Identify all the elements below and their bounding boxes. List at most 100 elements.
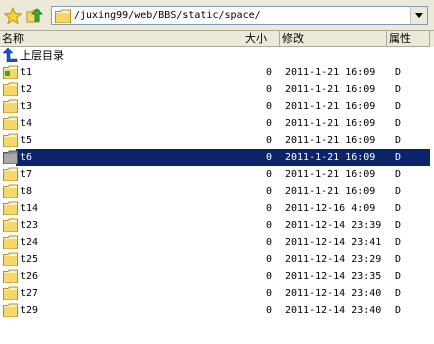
file-row[interactable]: t29 0 2011-12-14 23:40 D: [0, 302, 432, 319]
file-modified: 2011-12-14 23:40: [285, 305, 382, 316]
folder-icon: [3, 252, 18, 266]
folder-icon: [3, 235, 18, 249]
file-modified: 2011-12-14 23:35: [285, 271, 382, 282]
column-attributes-label: 属性: [389, 32, 411, 45]
file-size: 0: [265, 101, 272, 112]
folder-icon: [3, 150, 18, 164]
file-row[interactable]: t3 0 2011-1-21 16:09 D: [0, 98, 432, 115]
file-modified: 2011-1-21 16:09: [285, 135, 376, 146]
file-name: t8: [20, 186, 33, 197]
file-size: 0: [265, 254, 272, 265]
file-name: t24: [20, 237, 39, 248]
file-name: t1: [20, 67, 33, 78]
file-size: 0: [265, 118, 272, 129]
file-attributes: D: [395, 237, 402, 248]
folder-icon: [3, 133, 18, 147]
file-attributes: D: [395, 67, 402, 78]
parent-directory-row[interactable]: 上层目录: [0, 47, 432, 64]
file-size: 0: [265, 152, 272, 163]
file-size: 0: [265, 84, 272, 95]
column-size-label: 大小: [245, 32, 267, 45]
up-folder-icon[interactable]: [26, 7, 44, 25]
folder-icon: [3, 184, 18, 198]
file-modified: 2011-1-21 16:09: [285, 169, 376, 180]
file-size: 0: [265, 271, 272, 282]
file-row[interactable]: t26 0 2011-12-14 23:35 D: [0, 268, 432, 285]
file-attributes: D: [395, 118, 402, 129]
file-size: 0: [265, 67, 272, 78]
file-row[interactable]: t7 0 2011-1-21 16:09 D: [0, 166, 432, 183]
column-modified[interactable]: 修改: [280, 31, 387, 47]
column-name[interactable]: 名称: [0, 31, 280, 47]
file-modified: 2011-12-14 23:39: [285, 220, 382, 231]
file-modified: 2011-1-21 16:09: [285, 118, 376, 129]
file-attributes: D: [395, 169, 402, 180]
file-modified: 2011-1-21 16:09: [285, 84, 376, 95]
parent-directory-label: 上层目录: [20, 49, 64, 62]
folder-special-icon: [3, 65, 18, 79]
file-modified: 2011-12-14 23:41: [285, 237, 382, 248]
file-row[interactable]: t4 0 2011-1-21 16:09 D: [0, 115, 432, 132]
file-size: 0: [265, 135, 272, 146]
file-row[interactable]: t14 0 2011-12-16 4:09 D: [0, 200, 432, 217]
file-row[interactable]: t8 0 2011-1-21 16:09 D: [0, 183, 432, 200]
column-header: 名称 大小 修改 属性: [0, 31, 434, 47]
folder-icon: [3, 116, 18, 130]
star-icon[interactable]: [4, 7, 22, 25]
file-attributes: D: [395, 254, 402, 265]
file-name: t3: [20, 101, 33, 112]
file-modified: 2011-12-16 4:09: [285, 203, 376, 214]
file-row[interactable]: t1 0 2011-1-21 16:09 D: [0, 64, 432, 81]
column-name-label: 名称: [2, 32, 24, 45]
file-row[interactable]: t27 0 2011-12-14 23:40 D: [0, 285, 432, 302]
folder-icon: [3, 218, 18, 232]
file-attributes: D: [395, 84, 402, 95]
file-modified: 2011-1-21 16:09: [285, 101, 376, 112]
path-text: /juxing99/web/BBS/static/space/: [74, 10, 261, 21]
file-name: t6: [20, 152, 33, 163]
folder-icon: [3, 286, 18, 300]
path-field[interactable]: /juxing99/web/BBS/static/space/: [51, 6, 428, 25]
file-modified: 2011-1-21 16:09: [285, 152, 376, 163]
file-size: 0: [265, 186, 272, 197]
file-attributes: D: [395, 220, 402, 231]
file-name: t25: [20, 254, 39, 265]
file-modified: 2011-1-21 16:09: [285, 186, 376, 197]
file-name: t27: [20, 288, 39, 299]
column-size[interactable]: 大小: [243, 31, 280, 47]
folder-icon: [3, 303, 18, 317]
file-modified: 2011-12-14 23:29: [285, 254, 382, 265]
file-name: t26: [20, 271, 39, 282]
folder-icon: [3, 99, 18, 113]
file-name: t29: [20, 305, 39, 316]
file-attributes: D: [395, 186, 402, 197]
file-size: 0: [265, 169, 272, 180]
file-attributes: D: [395, 101, 402, 112]
folder-icon: [3, 201, 18, 215]
path-dropdown-button[interactable]: [410, 7, 427, 24]
folder-icon: [3, 167, 18, 181]
file-browser: /juxing99/web/BBS/static/space/ 名称 大小 修改…: [0, 0, 434, 344]
chevron-down-icon: [415, 13, 423, 18]
file-name: t2: [20, 84, 33, 95]
file-name: t23: [20, 220, 39, 231]
file-row[interactable]: t25 0 2011-12-14 23:29 D: [0, 251, 432, 268]
file-attributes: D: [395, 135, 402, 146]
file-row[interactable]: t5 0 2011-1-21 16:09 D: [0, 132, 432, 149]
column-attributes[interactable]: 属性: [387, 31, 430, 47]
folder-icon: [3, 82, 18, 96]
file-list[interactable]: 名称 大小 修改 属性 上层目录 t1 0 2011-1-21 16:09 Dt2 0 2…: [0, 30, 434, 344]
file-modified: 2011-1-21 16:09: [285, 67, 376, 78]
file-row[interactable]: t2 0 2011-1-21 16:09 D: [0, 81, 432, 98]
file-size: 0: [265, 203, 272, 214]
folder-icon: [55, 9, 71, 23]
file-attributes: D: [395, 305, 402, 316]
file-row[interactable]: t6 0 2011-1-21 16:09 D: [0, 149, 432, 166]
folder-icon: [3, 269, 18, 283]
file-size: 0: [265, 220, 272, 231]
file-size: 0: [265, 237, 272, 248]
file-size: 0: [265, 305, 272, 316]
file-row[interactable]: t24 0 2011-12-14 23:41 D: [0, 234, 432, 251]
file-row[interactable]: t23 0 2011-12-14 23:39 D: [0, 217, 432, 234]
file-name: t14: [20, 203, 39, 214]
